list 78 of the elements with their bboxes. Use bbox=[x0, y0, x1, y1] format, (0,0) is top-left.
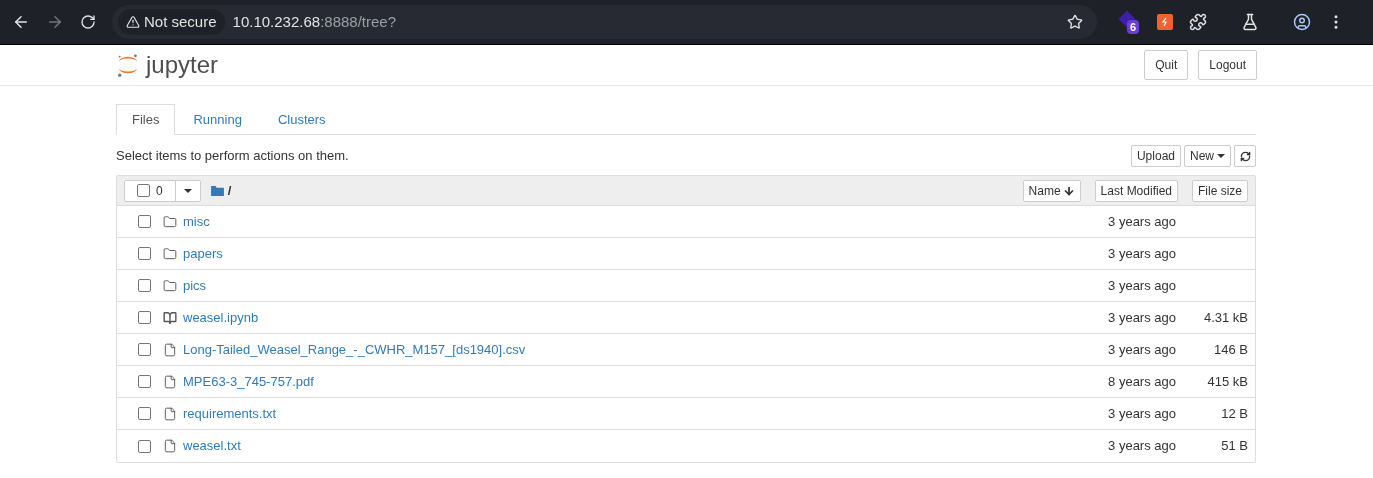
modified-time: 3 years ago bbox=[1107, 437, 1176, 456]
row-checkbox[interactable] bbox=[138, 247, 151, 260]
file-size: 415 kB bbox=[1206, 372, 1248, 391]
file-icon bbox=[163, 406, 177, 421]
bookmark-star-icon[interactable] bbox=[1067, 14, 1083, 30]
file-icon bbox=[163, 342, 177, 357]
modified-time: 3 years ago bbox=[1107, 244, 1176, 263]
folder-icon bbox=[163, 278, 177, 293]
toolbar-button[interactable]: Upload bbox=[1130, 145, 1181, 167]
file-icon bbox=[163, 439, 177, 453]
selected-count: 0 bbox=[156, 182, 163, 200]
forward-icon[interactable] bbox=[46, 13, 64, 31]
header-button[interactable]: Logout bbox=[1198, 50, 1257, 80]
file-row[interactable]: pics 3 years ago bbox=[117, 270, 1255, 302]
file-link[interactable]: requirements.txt bbox=[183, 403, 277, 424]
url-text[interactable]: 10.10.232.68:8888/tree? bbox=[232, 10, 397, 34]
reload-icon[interactable] bbox=[80, 14, 96, 30]
file-link[interactable]: Long-Tailed_Weasel_Range_-_CWHR_M157_[ds1940].csv bbox=[183, 339, 526, 360]
row-checkbox[interactable] bbox=[138, 279, 151, 292]
row-checkbox[interactable] bbox=[138, 343, 151, 356]
file-icon bbox=[163, 374, 177, 389]
sort-button[interactable]: File size bbox=[1192, 179, 1248, 202]
tab[interactable]: Files bbox=[116, 104, 176, 135]
row-checkbox[interactable] bbox=[138, 439, 151, 453]
modified-time: 8 years ago bbox=[1107, 372, 1176, 391]
address-bar[interactable]: Not secure 10.10.232.68:8888/tree? bbox=[112, 5, 1097, 39]
file-row[interactable]: MPE63-3_745-757.pdf 8 years ago 415 kB bbox=[117, 366, 1255, 398]
modified-time: 3 years ago bbox=[1107, 404, 1176, 423]
modified-time: 3 years ago bbox=[1107, 212, 1176, 231]
toolbar-button[interactable]: New bbox=[1184, 145, 1231, 167]
file-size: 4.31 kB bbox=[1202, 308, 1248, 327]
refresh-icon bbox=[1239, 150, 1251, 162]
file-row[interactable]: papers 3 years ago bbox=[117, 238, 1255, 270]
row-checkbox[interactable] bbox=[138, 375, 151, 388]
tab[interactable]: Running bbox=[175, 104, 260, 135]
row-checkbox[interactable] bbox=[138, 311, 151, 324]
folder-icon bbox=[163, 214, 177, 229]
file-size: 146 B bbox=[1213, 340, 1248, 359]
folder-icon bbox=[163, 246, 177, 261]
sort-arrow-icon bbox=[1062, 184, 1075, 197]
row-checkbox[interactable] bbox=[138, 407, 151, 420]
file-row[interactable]: misc 3 years ago bbox=[117, 206, 1255, 238]
modified-time: 3 years ago bbox=[1107, 308, 1176, 327]
file-link[interactable]: MPE63-3_745-757.pdf bbox=[183, 371, 314, 392]
file-size: 12 B bbox=[1220, 404, 1248, 423]
header-button[interactable]: Quit bbox=[1144, 50, 1189, 80]
file-link[interactable]: weasel.txt bbox=[183, 436, 241, 456]
refresh-button[interactable] bbox=[1234, 145, 1256, 167]
flask-icon[interactable] bbox=[1241, 13, 1259, 31]
file-size: 51 B bbox=[1220, 437, 1248, 456]
file-link[interactable]: weasel.ipynb bbox=[183, 307, 259, 328]
file-row[interactable]: requirements.txt 3 years ago 12 B bbox=[117, 398, 1255, 430]
file-row[interactable]: weasel.ipynb 3 years ago 4.31 kB bbox=[117, 302, 1255, 334]
caret-icon bbox=[183, 188, 192, 193]
modified-time: 3 years ago bbox=[1107, 276, 1176, 295]
modified-time: 3 years ago bbox=[1107, 340, 1176, 359]
caret-icon bbox=[1217, 154, 1225, 158]
breadcrumb-link[interactable]: / bbox=[227, 180, 232, 201]
sort-button[interactable]: Name bbox=[1022, 179, 1081, 202]
extension-badge: 6 bbox=[1127, 20, 1140, 34]
book-icon bbox=[163, 310, 177, 325]
bolt-extension-icon[interactable] bbox=[1157, 14, 1173, 30]
profile-icon[interactable] bbox=[1293, 13, 1311, 31]
toolbar-hint: Select items to perform actions on them. bbox=[116, 147, 349, 166]
folder-icon bbox=[210, 185, 224, 196]
file-row[interactable]: Long-Tailed_Weasel_Range_-_CWHR_M157_[ds1940].csv 3 years ago 146 B bbox=[117, 334, 1255, 366]
warning-icon bbox=[126, 15, 140, 29]
file-link[interactable]: misc bbox=[183, 211, 210, 232]
puzzle-icon[interactable] bbox=[1189, 13, 1207, 31]
tab[interactable]: Clusters bbox=[259, 104, 344, 135]
jupyter-logo-icon bbox=[116, 52, 140, 78]
logo-text: jupyter bbox=[146, 53, 219, 77]
file-link[interactable]: pics bbox=[183, 275, 207, 296]
file-link[interactable]: papers bbox=[183, 243, 223, 264]
back-icon[interactable] bbox=[12, 13, 30, 31]
sort-button[interactable]: Last Modified bbox=[1094, 179, 1178, 202]
row-checkbox[interactable] bbox=[138, 215, 151, 228]
file-row[interactable]: weasel.txt 3 years ago 51 B bbox=[117, 430, 1255, 462]
